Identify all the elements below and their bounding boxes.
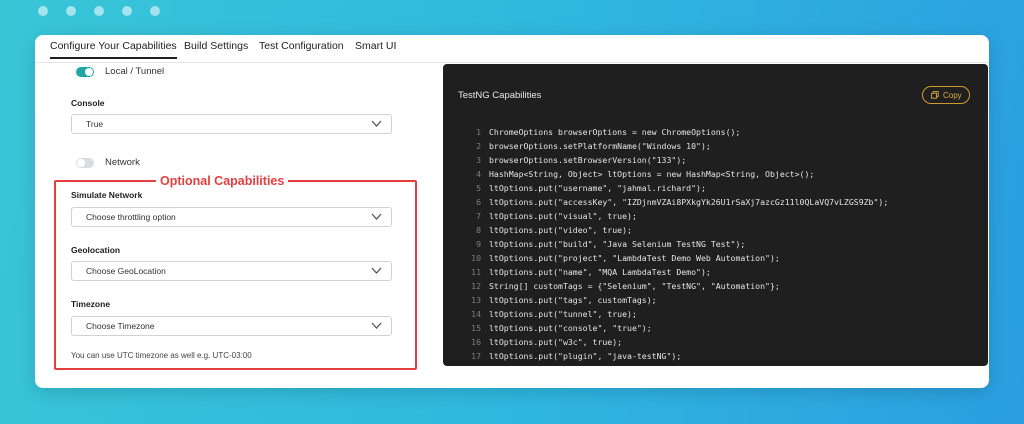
code-line: 7 ltOptions.put("visual", true);	[467, 209, 888, 223]
chevron-down-icon	[371, 213, 382, 220]
code-panel: TestNG Capabilities Copy 1 ChromeOptions …	[443, 64, 988, 366]
simulate-network-value: Choose throttling option	[86, 212, 176, 222]
code-text: ltOptions.put("username", "jahmal.richar…	[489, 183, 706, 193]
tab-build-settings[interactable]: Build Settings	[184, 40, 248, 52]
copy-button[interactable]: Copy	[922, 86, 970, 104]
copy-icon	[931, 91, 939, 99]
simulate-network-label: Simulate Network	[71, 190, 143, 200]
local-tunnel-label: Local / Tunnel	[105, 66, 165, 77]
code-text: ltOptions.put("plugin", "java-testNG");	[489, 351, 682, 361]
timezone-select[interactable]: Choose Timezone	[71, 316, 392, 336]
network-toggle[interactable]	[76, 158, 94, 168]
code-line: 5 ltOptions.put("username", "jahmal.richa…	[467, 181, 888, 195]
tab-bar: Configure Your Capabilities Build Settin…	[35, 35, 989, 63]
code-line: 13 ltOptions.put("tags", customTags);	[467, 293, 888, 307]
code-text: ltOptions.put("name", "MQA LambdaTest De…	[489, 267, 711, 277]
chevron-down-icon	[371, 322, 382, 329]
console-label: Console	[71, 98, 105, 108]
line-number: 13	[471, 295, 481, 305]
tab-test-configuration[interactable]: Test Configuration	[259, 40, 344, 52]
code-line: 12 String[] customTags = {"Selenium", "Te…	[467, 279, 888, 293]
simulate-network-select[interactable]: Choose throttling option	[71, 207, 392, 227]
timezone-label: Timezone	[71, 299, 111, 309]
line-number: 6	[476, 197, 481, 207]
line-number: 7	[476, 211, 481, 221]
line-number: 9	[476, 239, 481, 249]
code-line: 8 ltOptions.put("video", true);	[467, 223, 888, 237]
copy-button-label: Copy	[943, 91, 962, 100]
chevron-down-icon	[371, 120, 382, 127]
code-line: 3 browserOptions.setBrowserVersion("133")…	[467, 153, 888, 167]
code-text: HashMap<String, Object> ltOptions = new …	[489, 169, 815, 179]
code-text: String[] customTags = {"Selenium", "Test…	[489, 281, 780, 291]
line-number: 8	[476, 225, 481, 235]
code-line: 1 ChromeOptions browserOptions = new Chro…	[467, 125, 888, 139]
code-text: ltOptions.put("tunnel", true);	[489, 309, 637, 319]
timezone-hint: You can use UTC timezone as well e.g. UT…	[71, 351, 252, 360]
code-line: 2 browserOptions.setPlatformName("Windows…	[467, 139, 888, 153]
decorative-dots	[38, 6, 162, 16]
line-number: 11	[471, 267, 481, 277]
optional-capabilities-title: Optional Capabilities	[156, 174, 289, 188]
code-text: ChromeOptions browserOptions = new Chrom…	[489, 127, 741, 137]
code-text: browserOptions.setBrowserVersion("133");	[489, 155, 687, 165]
chevron-down-icon	[371, 267, 382, 274]
line-number: 2	[476, 141, 481, 151]
line-number: 17	[471, 351, 481, 361]
line-number: 14	[471, 309, 481, 319]
code-line: 9 ltOptions.put("build", "Java Selenium T…	[467, 237, 888, 251]
line-number: 12	[471, 281, 481, 291]
code-text: ltOptions.put("tags", customTags);	[489, 295, 657, 305]
line-number: 16	[471, 337, 481, 347]
code-line: 10 ltOptions.put("project", "LambdaTest D…	[467, 251, 888, 265]
code-text: ltOptions.put("accessKey", "IZDjnmVZAi8P…	[489, 197, 889, 207]
line-number: 1	[476, 127, 481, 137]
code-line: 6 ltOptions.put("accessKey", "IZDjnmVZAi8…	[467, 195, 888, 209]
geolocation-label: Geolocation	[71, 245, 121, 255]
console-select[interactable]: True	[71, 114, 392, 134]
code-line: 15 ltOptions.put("console", "true");	[467, 321, 888, 335]
geolocation-value: Choose GeoLocation	[86, 266, 166, 276]
tab-smart-ui[interactable]: Smart UI	[355, 40, 396, 52]
console-select-value: True	[86, 119, 104, 129]
geolocation-select[interactable]: Choose GeoLocation	[71, 261, 392, 281]
code-line: 4 HashMap<String, Object> ltOptions = new…	[467, 167, 888, 181]
code-text: ltOptions.put("w3c", true);	[489, 337, 623, 347]
network-label: Network	[105, 157, 140, 168]
code-line: 14 ltOptions.put("tunnel", true);	[467, 307, 888, 321]
line-number: 15	[471, 323, 481, 333]
line-number: 10	[471, 253, 481, 263]
line-number: 3	[476, 155, 481, 165]
line-number: 5	[476, 183, 481, 193]
timezone-value: Choose Timezone	[86, 321, 155, 331]
local-tunnel-toggle[interactable]	[76, 67, 94, 77]
code-line: 17 ltOptions.put("plugin", "java-testNG")…	[467, 349, 888, 363]
code-text: ltOptions.put("project", "LambdaTest Dem…	[489, 253, 780, 263]
tab-configure-capabilities[interactable]: Configure Your Capabilities	[50, 40, 177, 59]
code-line: 11 ltOptions.put("name", "MQA LambdaTest …	[467, 265, 888, 279]
code-text: browserOptions.setPlatformName("Windows …	[489, 141, 711, 151]
code-text: ltOptions.put("console", "true");	[489, 323, 652, 333]
code-text: ltOptions.put("visual", true);	[489, 211, 637, 221]
line-number: 4	[476, 169, 481, 179]
code-block: 1 ChromeOptions browserOptions = new Chro…	[467, 125, 888, 363]
code-panel-title: TestNG Capabilities	[458, 90, 542, 101]
code-line: 16 ltOptions.put("w3c", true);	[467, 335, 888, 349]
code-text: ltOptions.put("video", true);	[489, 225, 632, 235]
code-text: ltOptions.put("build", "Java Selenium Te…	[489, 239, 746, 249]
